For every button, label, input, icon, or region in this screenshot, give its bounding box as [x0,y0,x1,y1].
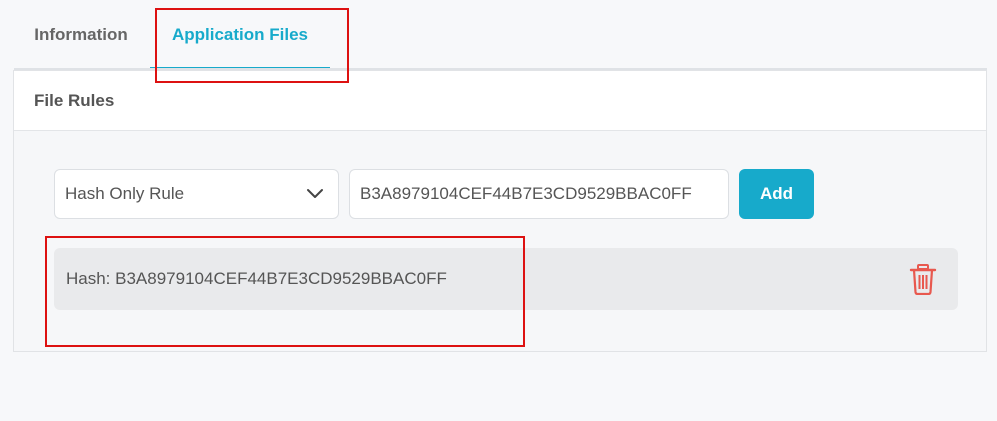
file-rules-panel: File Rules Hash Only Rule Add Hash: B3A8… [13,70,987,352]
tab-application-files[interactable]: Application Files [150,0,330,70]
tab-bar: Information Application Files [0,0,997,70]
rule-type-select[interactable]: Hash Only Rule [54,169,339,219]
hash-input[interactable] [349,169,729,219]
tab-information[interactable]: Information [14,0,148,70]
chevron-down-icon [307,189,323,198]
add-button[interactable]: Add [739,169,814,219]
panel-title: File Rules [14,71,986,131]
trash-icon[interactable] [908,263,938,295]
rule-list-item: Hash: B3A8979104CEF44B7E3CD9529BBAC0FF [54,248,958,310]
rule-type-value: Hash Only Rule [65,184,185,203]
rule-hash-text: Hash: B3A8979104CEF44B7E3CD9529BBAC0FF [66,269,447,288]
